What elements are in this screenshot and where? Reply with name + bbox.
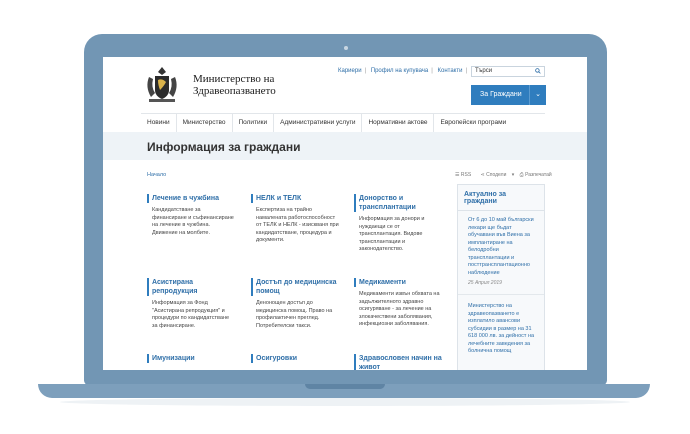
breadcrumb[interactable]: Начало — [147, 172, 166, 178]
search-input[interactable]: Търси — [471, 66, 545, 77]
card-title[interactable]: Имунизации — [147, 354, 235, 363]
chevron-down-icon: ⌄ — [529, 85, 546, 105]
card-healthy-lifestyle[interactable]: Здравословен начин на живот — [354, 354, 442, 370]
card-text: Информация за Фонд "Асистирана репродукц… — [152, 300, 230, 329]
separator: | — [364, 68, 367, 74]
card-text: Експертиза на трайно намалената работосп… — [256, 207, 339, 243]
laptop-shadow — [60, 398, 630, 406]
citizens-dropdown-button[interactable]: За Граждани ⌄ — [471, 85, 546, 105]
rss-link[interactable]: ☰ RSS — [455, 172, 475, 178]
citizens-button-label: За Граждани — [480, 91, 522, 98]
card-title[interactable]: Здравословен начин на живот — [354, 354, 442, 370]
card-text: Медикаменти извън обхвата на задължителн… — [359, 291, 440, 327]
browser-screen: Министерство на Здравеопазването Кариери… — [103, 57, 587, 370]
card-text: Информация за донори и нуждаещи се от тр… — [359, 216, 425, 252]
news-text[interactable]: Министерство на здравеопазването е изпла… — [468, 303, 536, 356]
coat-of-arms-icon — [147, 67, 177, 102]
nav-policies[interactable]: Политики — [233, 114, 275, 132]
share-label: Сподели — [486, 172, 507, 178]
rss-label: RSS — [460, 172, 472, 178]
sidebar-news: Актуално за граждани От 6 до 10 май бълг… — [457, 184, 545, 370]
print-link[interactable]: ⎙ Разпечатай — [520, 172, 556, 178]
card-title[interactable]: Асистирана репродукция — [147, 278, 235, 296]
ministry-name[interactable]: Министерство на Здравеопазването — [193, 73, 313, 97]
page-title: Информация за граждани — [147, 140, 301, 154]
card-donation-transplant[interactable]: Донорство и трансплантации Информация за… — [354, 194, 442, 254]
ministry-name-line2: Здравеопазването — [193, 85, 276, 97]
card-text: Денонощен достъп до медицинска помощ. Пр… — [256, 300, 333, 329]
card-title[interactable]: Достъп до медицинска помощ — [251, 278, 339, 296]
camera-icon — [344, 46, 348, 50]
ministry-name-line1: Министерство на — [193, 73, 275, 85]
nav-news[interactable]: Новини — [141, 114, 177, 132]
sidebar-title: Актуално за граждани — [458, 185, 544, 211]
card-title[interactable]: Донорство и трансплантации — [354, 194, 442, 212]
laptop-notch — [305, 384, 385, 389]
link-contacts[interactable]: Контакти — [438, 68, 463, 74]
card-nelk-telk[interactable]: НЕЛК и ТЕЛК Експертиза на трайно намален… — [251, 194, 339, 245]
link-buyer-profile[interactable]: Профил на купувача — [371, 68, 429, 74]
news-item[interactable]: От 6 до 10 май български лекари ще бъдат… — [458, 211, 544, 286]
card-title[interactable]: Лечение в чужбина — [147, 194, 235, 203]
separator: | — [431, 68, 433, 74]
top-links: Кариери| Профил на купувача| Контакти| E… — [338, 68, 483, 74]
card-medicines[interactable]: Медикаменти Медикаменти извън обхвата на… — [354, 278, 442, 329]
share-link[interactable]: ⋖ Сподели ▾ — [481, 172, 515, 178]
nav-admin-services[interactable]: Административни услуги — [274, 114, 363, 132]
card-text: Кандидатстване за финансиране и съфинанс… — [152, 207, 234, 236]
card-immunizations[interactable]: Имунизации — [147, 354, 235, 363]
news-date: 25 Април 2019 — [468, 280, 502, 286]
news-item[interactable]: Министерство на здравеопазването е изпла… — [458, 294, 544, 356]
nav-eu-programs[interactable]: Европейски програми — [434, 114, 512, 132]
link-careers[interactable]: Кариери — [338, 68, 362, 74]
card-insurance[interactable]: Осигуровки — [251, 354, 339, 363]
news-text[interactable]: От 6 до 10 май български лекари ще бъдат… — [468, 217, 536, 277]
nav-ministry[interactable]: Министерство — [177, 114, 233, 132]
card-treatment-abroad[interactable]: Лечение в чужбина Кандидатстване за фина… — [147, 194, 235, 237]
card-title[interactable]: НЕЛК и ТЕЛК — [251, 194, 339, 203]
card-title[interactable]: Осигуровки — [251, 354, 339, 363]
card-assisted-reproduction[interactable]: Асистирана репродукция Информация за Фон… — [147, 278, 235, 330]
print-label: Разпечатай — [525, 172, 552, 178]
card-medical-access[interactable]: Достъп до медицинска помощ Денонощен дос… — [251, 278, 339, 330]
card-title[interactable]: Медикаменти — [354, 278, 442, 287]
main-nav: Новини Министерство Политики Администрат… — [141, 113, 545, 133]
page-tools: ☰ RSS ⋖ Сподели ▾ ⎙ Разпечатай — [455, 172, 560, 178]
search-icon[interactable] — [535, 68, 541, 74]
separator: | — [465, 68, 468, 74]
nav-legislation[interactable]: Нормативни актове — [362, 114, 435, 132]
